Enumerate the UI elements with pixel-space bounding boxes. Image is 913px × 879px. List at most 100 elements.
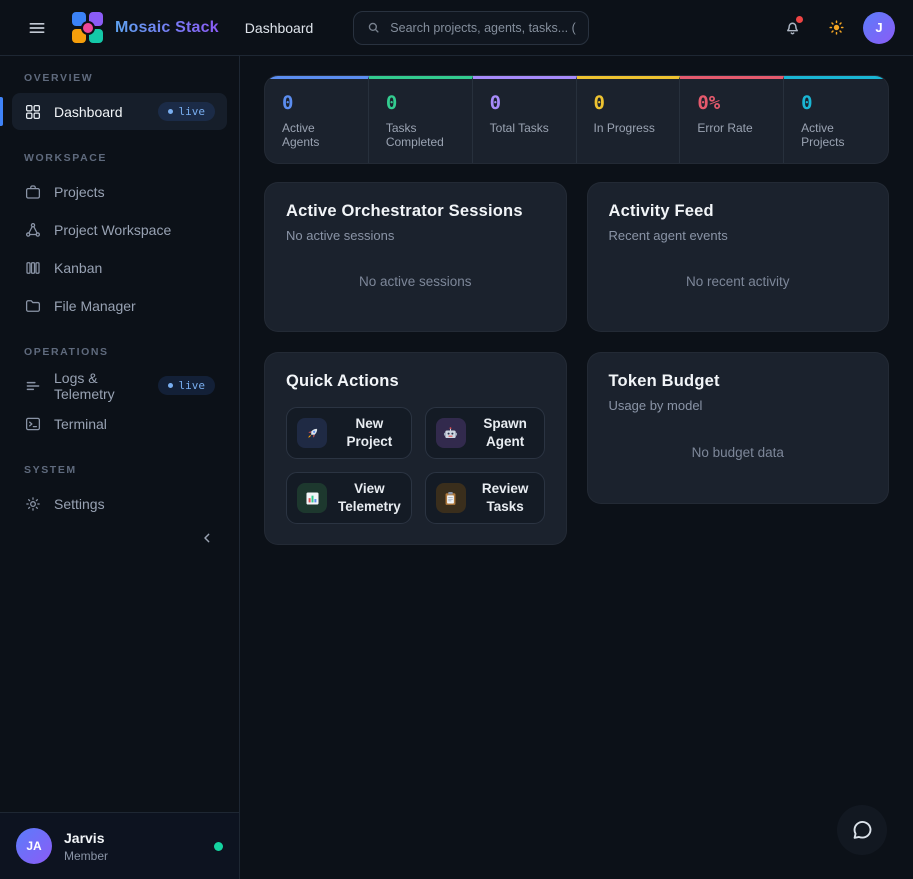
user-role: Member	[64, 849, 108, 863]
rocket-icon	[297, 418, 327, 448]
stat-value: 0	[386, 92, 455, 114]
live-badge: live	[158, 102, 216, 121]
sidebar-item-settings[interactable]: Settings	[12, 485, 227, 522]
nav-section-operations: OPERATIONS Logs & Telemetry live Termina…	[12, 346, 227, 442]
live-dot-icon	[168, 109, 173, 114]
action-label: View Telemetry	[338, 480, 401, 515]
stat-label: Total Tasks	[490, 121, 559, 135]
search-icon	[366, 20, 381, 35]
sidebar-collapse-button[interactable]	[193, 524, 221, 552]
briefcase-icon	[24, 183, 42, 201]
stat-value: 0	[801, 92, 871, 114]
nav-section-workspace: WORKSPACE Projects Project Workspace Kan…	[12, 152, 227, 324]
activity-feed-card: Activity Feed Recent agent events No rec…	[587, 182, 890, 332]
card-subtitle: No active sessions	[286, 228, 545, 243]
user-name: Jarvis	[64, 830, 108, 846]
empty-state-text: No active sessions	[286, 243, 545, 312]
online-status-dot	[214, 842, 223, 851]
stat-value: 0%	[697, 92, 766, 114]
sidebar-item-label: Kanban	[54, 260, 102, 276]
stat-active-agents: 0 Active Agents	[265, 76, 369, 163]
quick-actions-card: Quick Actions New Project Spawn Agent	[264, 352, 567, 545]
empty-state-text: No budget data	[609, 413, 868, 484]
empty-state-text: No recent activity	[609, 243, 868, 312]
logs-icon	[24, 377, 42, 395]
sidebar-item-label: File Manager	[54, 298, 136, 314]
sidebar-item-terminal[interactable]: Terminal	[12, 405, 227, 442]
stat-error-rate: 0% Error Rate	[680, 76, 784, 163]
sessions-card: Active Orchestrator Sessions No active s…	[264, 182, 567, 332]
user-avatar-initials: JA	[16, 828, 52, 864]
stat-label: Active Projects	[801, 121, 871, 149]
main-content: 0 Active Agents 0 Tasks Completed 0 Tota…	[240, 56, 913, 879]
stat-total-tasks: 0 Total Tasks	[473, 76, 577, 163]
review-tasks-button[interactable]: Review Tasks	[425, 472, 545, 524]
stat-label: Error Rate	[697, 121, 766, 135]
stats-row: 0 Active Agents 0 Tasks Completed 0 Tota…	[264, 75, 889, 164]
card-title: Token Budget	[609, 372, 868, 391]
sidebar-item-kanban[interactable]: Kanban	[12, 249, 227, 286]
topbar: Mosaic Stack Dashboard J	[0, 0, 913, 56]
user-avatar[interactable]: J	[863, 12, 895, 44]
chevron-left-icon	[199, 530, 215, 546]
token-budget-card: Token Budget Usage by model No budget da…	[587, 352, 890, 504]
bar-chart-icon	[297, 483, 327, 513]
chat-fab-button[interactable]	[837, 805, 887, 855]
sidebar: OVERVIEW Dashboard live WORKSPACE Projec…	[0, 56, 240, 879]
sidebar-item-projects[interactable]: Projects	[12, 173, 227, 210]
notifications-button[interactable]	[775, 11, 809, 45]
cards-grid: Active Orchestrator Sessions No active s…	[264, 182, 889, 545]
action-label: New Project	[338, 415, 401, 450]
stat-label: Tasks Completed	[386, 121, 455, 149]
nav-section-system: SYSTEM Settings	[12, 464, 227, 522]
grid-icon	[24, 103, 42, 121]
hamburger-icon	[27, 18, 47, 38]
sidebar-item-label: Dashboard	[54, 104, 123, 120]
logo-center-dot	[83, 23, 93, 33]
gear-icon	[24, 495, 42, 513]
stat-label: Active Agents	[282, 121, 351, 149]
spawn-agent-button[interactable]: Spawn Agent	[425, 407, 545, 459]
theme-toggle-button[interactable]	[819, 11, 853, 45]
sidebar-item-label: Project Workspace	[54, 222, 171, 238]
clipboard-icon	[436, 483, 466, 513]
sidebar-item-project-workspace[interactable]: Project Workspace	[12, 211, 227, 248]
card-title: Active Orchestrator Sessions	[286, 202, 545, 221]
terminal-icon	[24, 415, 42, 433]
stat-label: In Progress	[594, 121, 663, 135]
stat-in-progress: 0 In Progress	[577, 76, 681, 163]
action-label: Review Tasks	[477, 480, 534, 515]
card-title: Activity Feed	[609, 202, 868, 221]
sidebar-item-dashboard[interactable]: Dashboard live	[12, 93, 227, 130]
stat-value: 0	[490, 92, 559, 114]
card-title: Quick Actions	[286, 372, 545, 391]
folder-icon	[24, 297, 42, 315]
view-telemetry-button[interactable]: View Telemetry	[286, 472, 412, 524]
brand-name: Mosaic Stack	[115, 19, 219, 37]
user-info: Jarvis Member	[64, 830, 108, 863]
search-bar[interactable]	[353, 11, 589, 45]
section-label: WORKSPACE	[12, 152, 227, 164]
chat-bubble-icon	[850, 818, 874, 842]
nav-section-overview: OVERVIEW Dashboard live	[12, 72, 227, 130]
quick-actions-grid: New Project Spawn Agent View Telemetry	[286, 407, 545, 524]
sidebar-item-file-manager[interactable]: File Manager	[12, 287, 227, 324]
live-badge: live	[158, 376, 216, 395]
sidebar-user[interactable]: JA Jarvis Member	[0, 812, 239, 879]
sidebar-item-logs-telemetry[interactable]: Logs & Telemetry live	[12, 367, 227, 404]
brand[interactable]: Mosaic Stack	[72, 12, 219, 44]
page-title: Dashboard	[245, 20, 314, 36]
hamburger-menu-button[interactable]	[20, 11, 54, 45]
sidebar-item-label: Settings	[54, 496, 105, 512]
sidebar-item-label: Logs & Telemetry	[54, 370, 146, 402]
sidebar-nav: OVERVIEW Dashboard live WORKSPACE Projec…	[0, 56, 239, 812]
section-label: OVERVIEW	[12, 72, 227, 84]
sun-icon	[827, 18, 846, 37]
card-subtitle: Recent agent events	[609, 228, 868, 243]
search-input[interactable]	[390, 21, 576, 35]
nodes-icon	[24, 221, 42, 239]
section-label: OPERATIONS	[12, 346, 227, 358]
topbar-actions: J	[775, 11, 895, 45]
new-project-button[interactable]: New Project	[286, 407, 412, 459]
stat-active-projects: 0 Active Projects	[784, 76, 888, 163]
